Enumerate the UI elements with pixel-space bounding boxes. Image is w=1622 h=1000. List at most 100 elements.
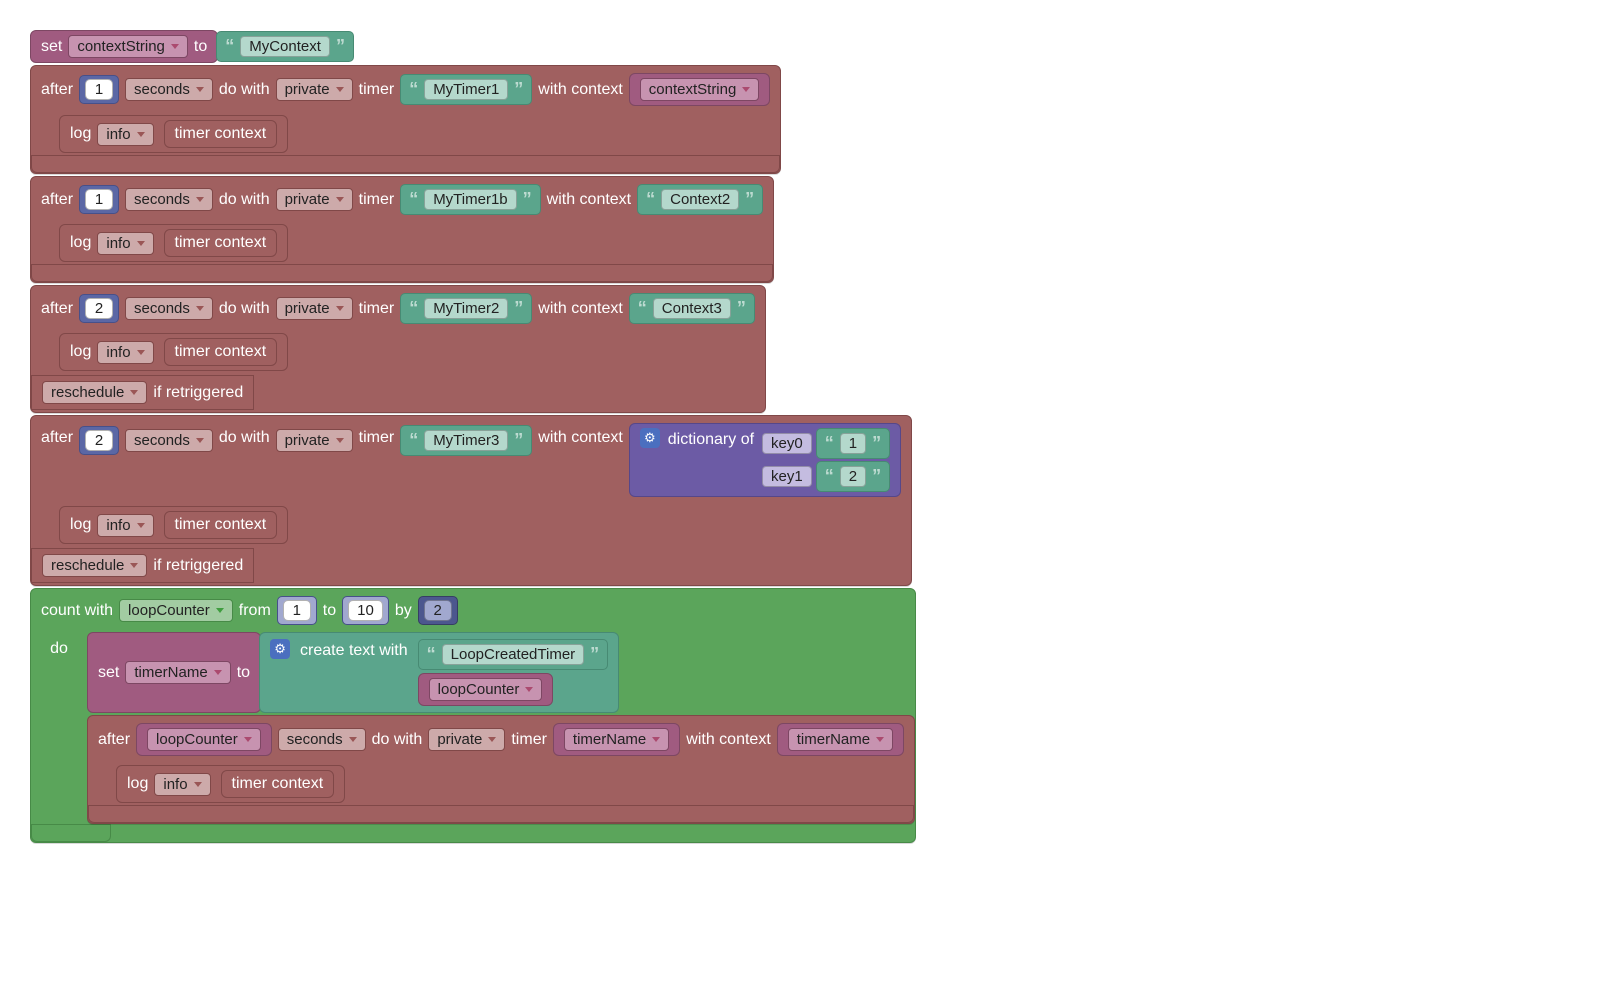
count-loop-block[interactable]: count with loopCounter from 1 to 10 by 2… xyxy=(30,588,916,843)
variable-dropdown[interactable]: loopCounter xyxy=(147,728,261,751)
after-timer-block[interactable]: after 2 seconds do with private timer “ … xyxy=(30,285,766,413)
log-block[interactable]: log info timer context xyxy=(116,765,345,803)
scope-dropdown[interactable]: private xyxy=(428,728,505,751)
loop-variable-dropdown[interactable]: loopCounter xyxy=(119,599,233,622)
log-block[interactable]: log info timer context xyxy=(59,506,288,544)
timer-name-string[interactable]: “ MyTimer1 ” xyxy=(400,74,532,105)
string-value[interactable]: 2 xyxy=(840,466,866,487)
after-timer-block[interactable]: after loopCounter seconds do with privat… xyxy=(87,715,915,824)
log-level-dropdown[interactable]: info xyxy=(97,232,153,255)
timer-context-block[interactable]: timer context xyxy=(164,511,278,539)
string-value[interactable]: MyTimer1b xyxy=(424,189,516,210)
retrigger-row[interactable]: reschedule if retriggered xyxy=(31,548,254,583)
dict-key-field[interactable]: key1 xyxy=(762,466,812,487)
time-unit-dropdown[interactable]: seconds xyxy=(278,728,366,751)
string-literal-block[interactable]: “ LoopCreatedTimer ” xyxy=(418,639,609,670)
variable-dropdown[interactable]: loopCounter xyxy=(429,678,543,701)
log-block[interactable]: log info timer context xyxy=(59,224,288,262)
timer-name-string[interactable]: “ MyTimer2 ” xyxy=(400,293,532,324)
to-keyword: to xyxy=(194,38,207,56)
number-input[interactable]: 10 xyxy=(348,600,383,621)
retrigger-mode-dropdown[interactable]: reschedule xyxy=(42,554,147,577)
number-input[interactable]: 1 xyxy=(85,79,113,100)
after-timer-block[interactable]: after 1 seconds do with private timer “ … xyxy=(30,176,774,283)
number-input[interactable]: 2 xyxy=(424,600,452,621)
timer-context-block[interactable]: timer context xyxy=(164,120,278,148)
timer-context-block[interactable]: timer context xyxy=(221,770,335,798)
variable-dropdown[interactable]: timerName xyxy=(788,728,893,751)
blockly-workspace[interactable]: set contextString to “ MyContext ” after… xyxy=(30,30,1592,843)
gear-icon[interactable]: ⚙ xyxy=(640,428,660,448)
gear-icon[interactable]: ⚙ xyxy=(270,639,290,659)
timer-name-string[interactable]: “ MyTimer1b ” xyxy=(400,184,540,215)
if-retriggered-label: if retriggered xyxy=(153,384,243,402)
variable-ref-block[interactable]: loopCounter xyxy=(136,723,272,756)
variable-ref-block[interactable]: loopCounter xyxy=(418,673,554,706)
set-variable-block[interactable]: set contextString to “ MyContext ” xyxy=(30,30,354,63)
string-value[interactable]: 1 xyxy=(840,433,866,454)
open-quote-icon: “ xyxy=(427,644,436,665)
dict-value-string[interactable]: “ 1 ” xyxy=(816,428,890,459)
scope-dropdown[interactable]: private xyxy=(276,188,353,211)
log-level-dropdown[interactable]: info xyxy=(154,773,210,796)
scope-dropdown[interactable]: private xyxy=(276,429,353,452)
log-block[interactable]: log info timer context xyxy=(59,115,288,153)
string-value[interactable]: Context2 xyxy=(661,189,739,210)
timer-context-block[interactable]: timer context xyxy=(164,338,278,366)
timer-keyword: timer xyxy=(359,423,395,447)
string-value[interactable]: MyTimer3 xyxy=(424,430,508,451)
dictionary-block[interactable]: ⚙ dictionary of key0 “ 1 ” key1 xyxy=(629,423,901,497)
close-quote-icon: ” xyxy=(872,433,881,454)
retrigger-row[interactable]: reschedule if retriggered xyxy=(31,375,254,410)
time-unit-dropdown[interactable]: seconds xyxy=(125,429,213,452)
scope-dropdown[interactable]: private xyxy=(276,78,353,101)
context-string-block[interactable]: “ Context2 ” xyxy=(637,184,763,215)
log-block[interactable]: log info timer context xyxy=(59,333,288,371)
after-keyword: after xyxy=(41,300,73,318)
create-text-block[interactable]: ⚙ create text with “ LoopCreatedTimer ” … xyxy=(259,632,619,713)
number-socket[interactable]: 1 xyxy=(277,596,317,625)
number-input[interactable]: 1 xyxy=(283,600,311,621)
variable-dropdown[interactable]: contextString xyxy=(68,35,188,58)
time-unit-dropdown[interactable]: seconds xyxy=(125,297,213,320)
set-variable-block[interactable]: set timerName to ⚙ create text with “ Lo… xyxy=(87,632,915,713)
variable-dropdown[interactable]: timerName xyxy=(125,661,230,684)
string-value[interactable]: Context3 xyxy=(653,298,731,319)
number-socket[interactable]: 2 xyxy=(418,596,458,625)
set-keyword: set xyxy=(98,664,119,682)
number-input[interactable]: 2 xyxy=(85,298,113,319)
log-level-dropdown[interactable]: info xyxy=(97,123,153,146)
string-value[interactable]: LoopCreatedTimer xyxy=(442,644,585,665)
timer-context-block[interactable]: timer context xyxy=(164,229,278,257)
with-context-label: with context xyxy=(538,300,622,318)
variable-ref-block[interactable]: timerName xyxy=(553,723,680,756)
after-timer-block[interactable]: after 2 seconds do with private timer “ … xyxy=(30,415,912,586)
number-socket[interactable]: 1 xyxy=(79,75,119,104)
time-unit-dropdown[interactable]: seconds xyxy=(125,78,213,101)
log-level-dropdown[interactable]: info xyxy=(97,514,153,537)
number-socket[interactable]: 2 xyxy=(79,294,119,323)
retrigger-mode-dropdown[interactable]: reschedule xyxy=(42,381,147,404)
variable-dropdown[interactable]: contextString xyxy=(640,78,760,101)
number-socket[interactable]: 2 xyxy=(79,426,119,455)
variable-dropdown[interactable]: timerName xyxy=(564,728,669,751)
string-literal-block[interactable]: “ MyContext ” xyxy=(216,31,354,62)
number-input[interactable]: 1 xyxy=(85,189,113,210)
log-level-dropdown[interactable]: info xyxy=(97,341,153,364)
variable-ref-block[interactable]: contextString xyxy=(629,73,771,106)
number-socket[interactable]: 10 xyxy=(342,596,389,625)
string-value[interactable]: MyTimer1 xyxy=(424,79,508,100)
context-string-block[interactable]: “ Context3 ” xyxy=(629,293,755,324)
timer-name-string[interactable]: “ MyTimer3 ” xyxy=(400,425,532,456)
number-input[interactable]: 2 xyxy=(85,430,113,451)
variable-ref-block[interactable]: timerName xyxy=(777,723,904,756)
time-unit-dropdown[interactable]: seconds xyxy=(125,188,213,211)
after-timer-block[interactable]: after 1 seconds do with private timer “ … xyxy=(30,65,781,174)
close-quote-icon: ” xyxy=(590,644,599,665)
scope-dropdown[interactable]: private xyxy=(276,297,353,320)
number-socket[interactable]: 1 xyxy=(79,185,119,214)
dict-value-string[interactable]: “ 2 ” xyxy=(816,461,890,492)
dict-key-field[interactable]: key0 xyxy=(762,433,812,454)
string-value[interactable]: MyTimer2 xyxy=(424,298,508,319)
string-value[interactable]: MyContext xyxy=(240,36,330,57)
